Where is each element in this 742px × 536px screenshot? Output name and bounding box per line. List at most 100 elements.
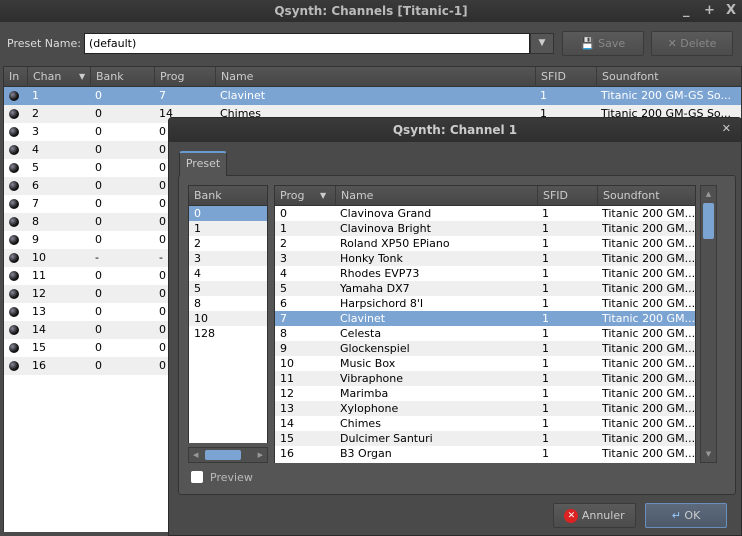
preset-row[interactable]: 11 Vibraphone 1 Titanic 200 GM... (275, 371, 695, 386)
preset-row[interactable]: 0 Clavinova Grand 1 Titanic 200 GM... (275, 206, 695, 221)
cell: 2 (280, 237, 287, 250)
column-header-soundfont[interactable]: Soundfont (596, 67, 659, 87)
tab-preset[interactable]: Preset (179, 151, 227, 176)
column-header-in[interactable]: In (4, 67, 19, 87)
save-icon: 💾 (580, 37, 595, 50)
preset-row[interactable]: 16 B3 Organ 1 Titanic 200 GM... (275, 446, 695, 461)
cell: 3 (32, 125, 39, 138)
cell: Titanic 200 GM... (602, 282, 695, 295)
cell: 1 (542, 342, 549, 355)
cell: 7 (32, 197, 39, 210)
channel-led-icon (4, 87, 19, 107)
bank-item[interactable]: 5 (189, 281, 267, 296)
channel-row[interactable]: 1 0 7 Clavinet 1 Titanic 200 GM-GS So... (4, 87, 741, 105)
scrollbar-thumb[interactable] (205, 450, 241, 460)
channel-led-icon (4, 285, 19, 305)
delete-button[interactable]: ✕ Delete (651, 31, 733, 56)
cell: Titanic 200 GM... (602, 447, 695, 460)
cell: Titanic 200 GM... (602, 342, 695, 355)
sort-icon: ▼ (79, 72, 86, 81)
column-header-chan[interactable]: Chan (27, 67, 61, 87)
preset-row[interactable]: 1 Clavinova Bright 1 Titanic 200 GM... (275, 221, 695, 236)
bank-item[interactable]: 8 (189, 296, 267, 311)
cell: 0 (95, 89, 102, 102)
cell: Titanic 200 GM... (602, 387, 695, 400)
preset-row[interactable]: 8 Celesta 1 Titanic 200 GM... (275, 326, 695, 341)
cell: Celesta (340, 327, 382, 340)
cell: 1 (542, 372, 549, 385)
preset-row[interactable]: 2 Roland XP50 EPiano 1 Titanic 200 GM... (275, 236, 695, 251)
column-header-name[interactable]: Name (215, 67, 253, 87)
preset-row[interactable]: 5 Yamaha DX7 1 Titanic 200 GM... (275, 281, 695, 296)
bank-value: 3 (194, 252, 201, 265)
channel-led-icon (4, 321, 19, 341)
dialog-close-icon[interactable]: ✕ (722, 122, 731, 135)
cell: 16 (280, 447, 294, 460)
cell: 13 (32, 305, 46, 318)
ok-button[interactable]: ↵ OK (645, 503, 727, 528)
bank-header[interactable]: Bank (189, 186, 222, 206)
cell: 1 (542, 357, 549, 370)
cell: 0 (159, 233, 166, 246)
cell: B3 Organ (340, 447, 392, 460)
bank-item[interactable]: 0 (189, 206, 267, 221)
preview-checkbox[interactable] (191, 471, 203, 483)
preset-row[interactable]: 14 Chimes 1 Titanic 200 GM... (275, 416, 695, 431)
preset-row[interactable]: 3 Honky Tonk 1 Titanic 200 GM... (275, 251, 695, 266)
preset-row[interactable]: 15 Dulcimer Santuri 1 Titanic 200 GM... (275, 431, 695, 446)
preset-row[interactable]: 13 Xylophone 1 Titanic 200 GM... (275, 401, 695, 416)
cancel-button[interactable]: ✕ Annuler (553, 503, 636, 528)
column-header-prog[interactable]: Prog (154, 67, 184, 87)
cell: 0 (95, 179, 102, 192)
column-header-sfid[interactable]: SFID (535, 67, 566, 87)
preset-vertical-scrollbar[interactable]: ▲ ▼ (700, 185, 717, 463)
cell: 6 (280, 297, 287, 310)
bank-horizontal-scrollbar[interactable]: ◀ ▶ (188, 447, 268, 463)
channel-dialog: Qsynth: Channel 1 ✕ Preset Bank 01234581… (168, 117, 742, 536)
cell: 0 (159, 125, 166, 138)
column-header-name[interactable]: Name (335, 186, 373, 206)
column-header-soundfont[interactable]: Soundfont (597, 186, 660, 206)
bank-item[interactable]: 4 (189, 266, 267, 281)
cell: Titanic 200 GM-GS So... (601, 89, 731, 102)
preset-dropdown-button[interactable]: ▼ (530, 33, 554, 54)
cell: 0 (159, 287, 166, 300)
channel-led-icon (4, 195, 19, 215)
preset-table: Prog Name SFID Soundfont ▼ 0 Clavinova Grand 1… (274, 185, 696, 463)
cell: 15 (32, 341, 46, 354)
cell: 0 (159, 197, 166, 210)
minimize-button[interactable]: _ (683, 0, 690, 22)
maximize-button[interactable]: + (704, 0, 715, 22)
preset-row[interactable]: 9 Glockenspiel 1 Titanic 200 GM... (275, 341, 695, 356)
channel-led-icon (4, 159, 19, 179)
bank-value: 0 (194, 207, 201, 220)
save-button[interactable]: 💾 Save (562, 31, 644, 56)
preset-row[interactable]: 12 Marimba 1 Titanic 200 GM... (275, 386, 695, 401)
close-button[interactable]: X (726, 0, 736, 22)
channel-led-icon (4, 213, 19, 233)
bank-item[interactable]: 10 (189, 311, 267, 326)
bank-item[interactable]: 1 (189, 221, 267, 236)
bank-item[interactable]: 3 (189, 251, 267, 266)
cell: Titanic 200 GM... (602, 267, 695, 280)
bank-list[interactable]: Bank 0 1 2 3 4 5 8 10 128 (188, 185, 268, 443)
cell: Chimes (340, 417, 381, 430)
cell: 0 (159, 179, 166, 192)
cell: Titanic 200 GM... (602, 417, 695, 430)
cell: 1 (280, 222, 287, 235)
cell: 7 (280, 312, 287, 325)
column-header-bank[interactable]: Bank (90, 67, 124, 87)
column-header-prog[interactable]: Prog (275, 186, 304, 206)
bank-item[interactable]: 2 (189, 236, 267, 251)
preset-name-input[interactable]: (default) (84, 33, 530, 54)
cell: 0 (95, 215, 102, 228)
cell: 15 (280, 432, 294, 445)
scrollbar-thumb[interactable] (703, 203, 714, 239)
preset-row[interactable]: 7 Clavinet 1 Titanic 200 GM... (275, 311, 695, 326)
preset-row[interactable]: 10 Music Box 1 Titanic 200 GM... (275, 356, 695, 371)
bank-item[interactable]: 128 (189, 326, 267, 341)
preset-row[interactable]: 4 Rhodes EVP73 1 Titanic 200 GM... (275, 266, 695, 281)
preset-row[interactable]: 6 Harpsichord 8'I 1 Titanic 200 GM... (275, 296, 695, 311)
cell: Xylophone (340, 402, 399, 415)
column-header-sfid[interactable]: SFID (537, 186, 568, 206)
